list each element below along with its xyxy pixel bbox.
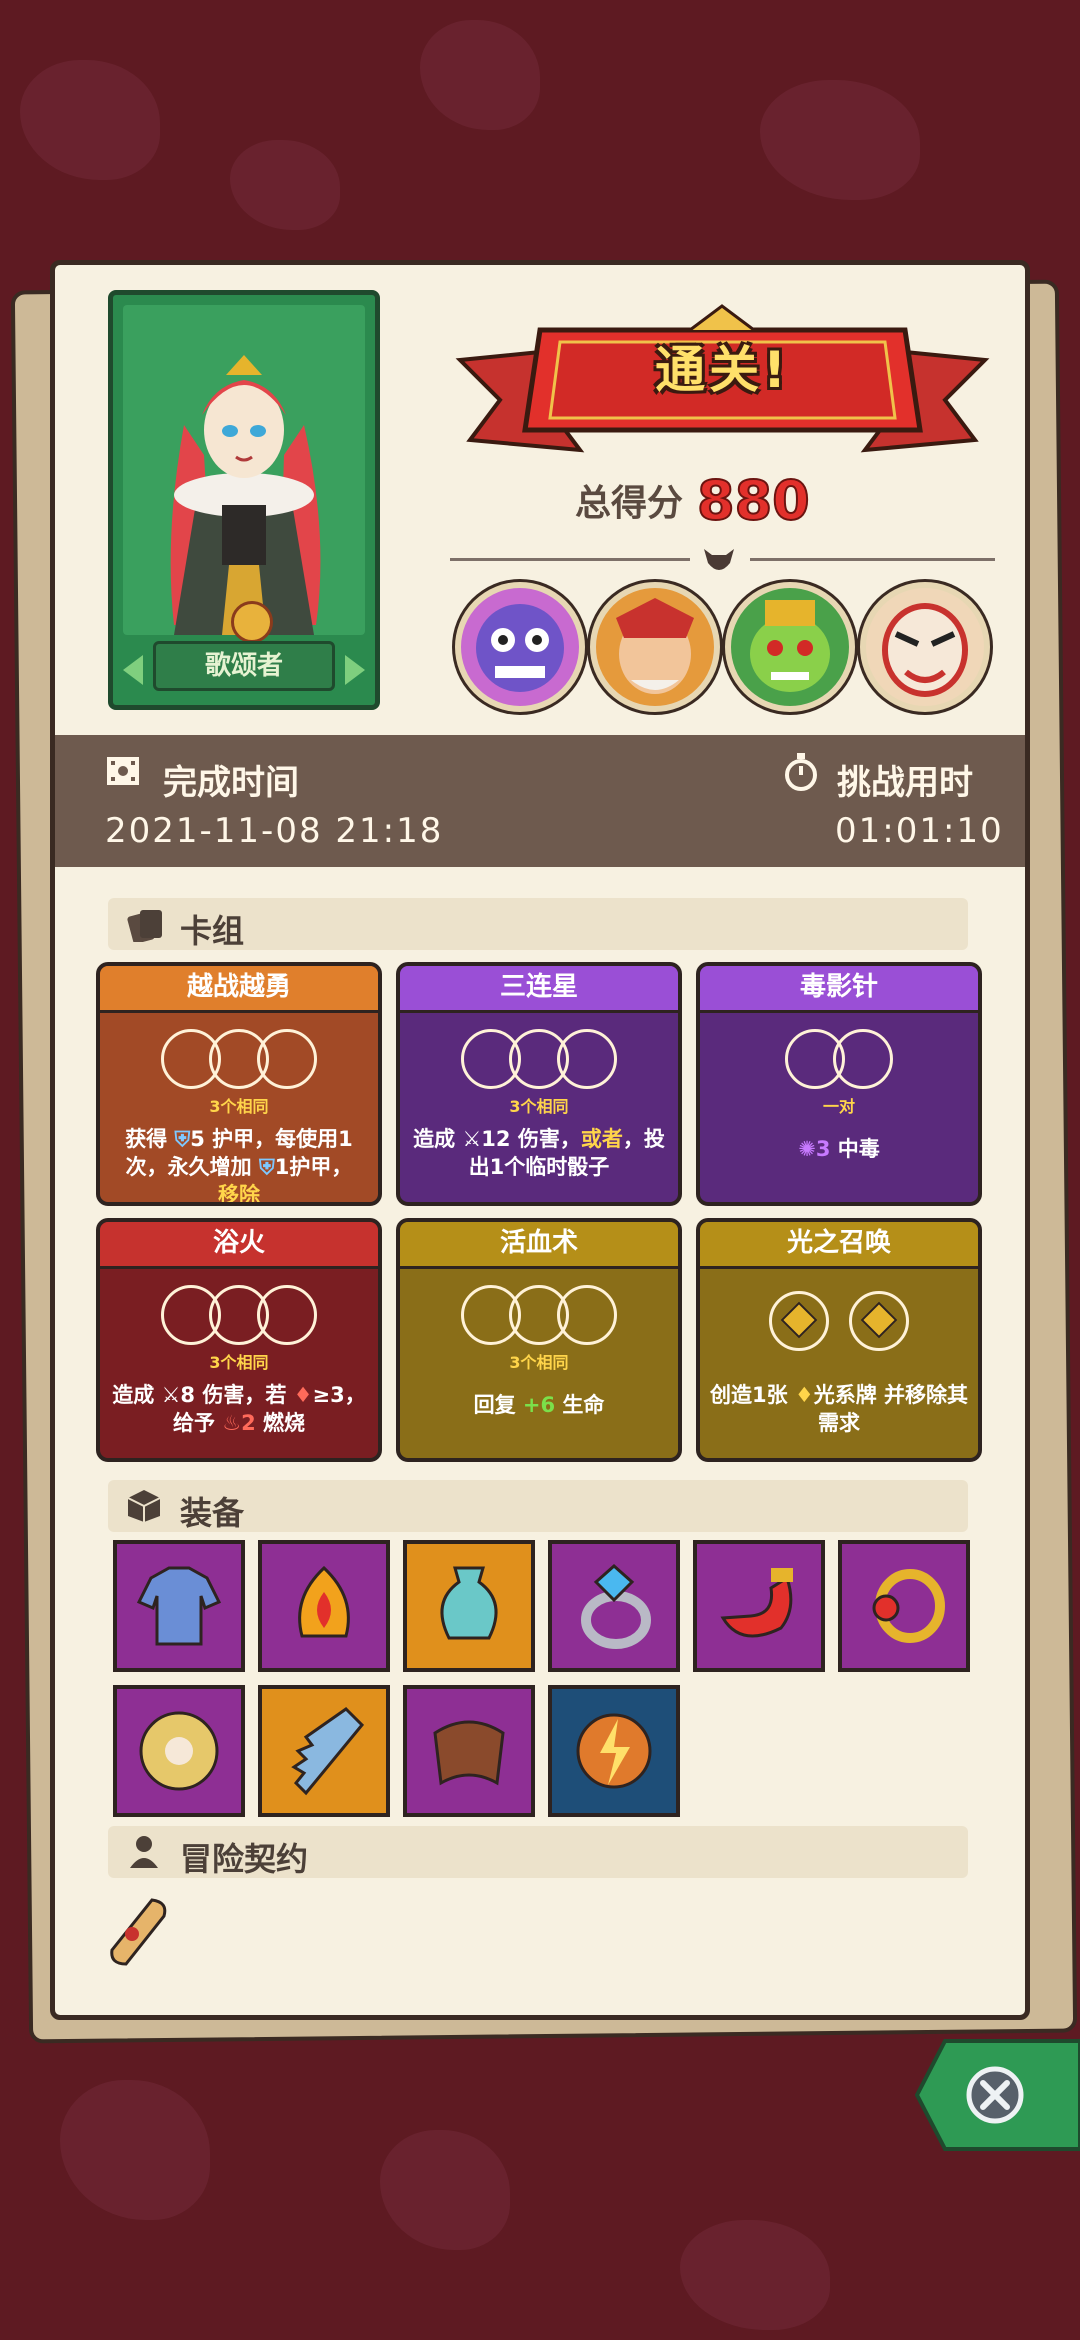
card-description: 回复 +6 生命 <box>473 1393 605 1417</box>
card-title: 浴火 <box>100 1222 378 1269</box>
blood-icon: ♦ <box>293 1383 313 1407</box>
victory-banner: 通关! <box>450 300 995 470</box>
cards-icon <box>127 910 162 942</box>
card-title: 三连星 <box>400 966 678 1013</box>
card-requirement: 3个相同 <box>209 1097 269 1116</box>
bg-decoration <box>60 2080 210 2220</box>
contract-section-header: 冒险契约 <box>108 1826 968 1878</box>
light-gem-icon <box>860 1301 898 1339</box>
red-horn-icon[interactable] <box>693 1540 825 1672</box>
victory-title: 通关! <box>655 341 790 399</box>
card-sanlianxing[interactable]: 三连星 3个相同 造成 ⚔12 伤害，或者，投出1个临时骰子 <box>396 962 682 1206</box>
poison-icon: ✺ <box>798 1137 816 1161</box>
dice-slots <box>700 1029 978 1089</box>
boss-warrior-icon <box>616 598 694 694</box>
bg-decoration <box>420 20 540 130</box>
card-yuezhanyueyong[interactable]: 越战越勇 3个相同 获得 ⛨5 护甲，每使用1次，永久增加 ⛨1护甲， 移除 <box>96 962 382 1206</box>
boss-goblin-icon <box>750 600 830 692</box>
card-description: 创造1张 ♦光系牌 并移除其需求 <box>709 1383 969 1435</box>
boss-portrait-3[interactable] <box>725 582 855 712</box>
fire-icon: ♨ <box>222 1411 242 1435</box>
vase-icon[interactable] <box>403 1540 535 1672</box>
film-icon <box>107 757 139 785</box>
card-description: 造成 ⚔12 伤害，或者，投出1个临时骰子 <box>413 1127 665 1179</box>
armor-icon: ⛨ <box>258 1155 275 1179</box>
boss-portrait-1[interactable] <box>455 582 585 712</box>
duration-label: 挑战用时 <box>837 763 973 803</box>
bg-decoration <box>230 140 340 230</box>
deck-title: 卡组 <box>180 912 245 950</box>
hero-illustration <box>170 355 321 635</box>
dice-slots <box>100 1029 378 1089</box>
bg-decoration <box>760 80 920 200</box>
finish-time-label: 完成时间 <box>163 763 299 803</box>
duration-value: 01:01:10 <box>835 811 1004 851</box>
equipment-section-header: 装备 <box>108 1480 968 1532</box>
boss-mask-icon <box>882 603 968 697</box>
box-icon <box>127 1490 161 1522</box>
boss-portrait-2[interactable] <box>590 582 720 712</box>
tunic-icon[interactable] <box>113 1540 245 1672</box>
skull-icon <box>704 549 734 570</box>
fire-bell-icon[interactable] <box>258 1540 390 1672</box>
contract-title: 冒险契约 <box>180 1840 309 1878</box>
dice-slots <box>400 1285 678 1345</box>
card-title: 越战越勇 <box>100 966 378 1013</box>
card-description: ✺3 中毒 <box>798 1137 880 1161</box>
saw-blade-icon[interactable] <box>258 1685 390 1817</box>
medal-icon <box>231 601 273 643</box>
card-requirement: 一对 <box>822 1097 855 1116</box>
diamond-ring-icon[interactable] <box>548 1540 680 1672</box>
lightning-orb-icon[interactable] <box>548 1685 680 1817</box>
card-title: 毒影针 <box>700 966 978 1013</box>
card-huoxueshu[interactable]: 活血术 3个相同 回复 +6 生命 <box>396 1218 682 1462</box>
stopwatch-icon <box>785 753 817 791</box>
equipment-title: 装备 <box>180 1494 245 1532</box>
boss-demon-icon <box>476 604 564 692</box>
hero-name: 歌颂者 <box>153 641 335 691</box>
close-button[interactable] <box>915 2035 1080 2155</box>
leather-bracer-icon[interactable] <box>403 1685 535 1817</box>
dice-slots <box>400 1029 678 1089</box>
time-band: 完成时间 2021-11-08 21:18 挑战用时 01:01:10 <box>55 735 1025 867</box>
card-description: 造成 ⚔8 伤害，若 ♦≥3，给予 ♨2 燃烧 <box>112 1383 366 1435</box>
divider-right <box>750 558 995 561</box>
finish-time-value: 2021-11-08 21:18 <box>105 811 444 851</box>
scroll-icon[interactable] <box>102 1890 174 1970</box>
bg-decoration <box>20 60 160 180</box>
card-requirement: 3个相同 <box>509 1353 569 1372</box>
bg-decoration <box>380 2130 510 2250</box>
prev-hero-arrow-icon[interactable] <box>123 655 143 685</box>
bg-decoration <box>680 2220 830 2330</box>
next-hero-arrow-icon[interactable] <box>345 655 365 685</box>
gold-ring-icon[interactable] <box>838 1540 970 1672</box>
card-title: 活血术 <box>400 1222 678 1269</box>
hero-portrait-card[interactable]: 歌颂者 <box>108 290 380 710</box>
light-gem-icon <box>780 1301 818 1339</box>
card-requirement: 3个相同 <box>209 1353 269 1372</box>
score-value: 880 <box>696 468 811 533</box>
score-label: 总得分 <box>575 483 684 524</box>
sword-icon: ⚔ <box>161 1383 181 1407</box>
light-gem-icon: ♦ <box>794 1383 814 1407</box>
portrait-frame <box>123 305 365 635</box>
deck-section-header: 卡组 <box>108 898 968 950</box>
boss-portrait-4[interactable] <box>860 582 990 712</box>
card-description: 获得 ⛨5 护甲，每使用1次，永久增加 ⛨1护甲， 移除 <box>125 1127 353 1206</box>
card-requirement: 3个相同 <box>509 1097 569 1116</box>
card-title: 光之召唤 <box>700 1222 978 1269</box>
dice-slots <box>100 1285 378 1345</box>
armor-icon: ⛨ <box>174 1127 191 1151</box>
card-duyingzhen[interactable]: 毒影针 一对 ✺3 中毒 <box>696 962 982 1206</box>
user-icon <box>130 1836 158 1868</box>
sword-icon: ⚔ <box>462 1127 482 1151</box>
divider-left <box>450 558 690 561</box>
card-guangzhizhaohuan[interactable]: 光之召唤 创造1张 ♦光系牌 并移除其需求 <box>696 1218 982 1462</box>
dice-slots <box>700 1291 978 1351</box>
shield-disc-icon[interactable] <box>113 1685 245 1817</box>
card-yuhuo[interactable]: 浴火 3个相同 造成 ⚔8 伤害，若 ♦≥3，给予 ♨2 燃烧 <box>96 1218 382 1462</box>
score-row: 总得分 880 <box>575 465 811 535</box>
